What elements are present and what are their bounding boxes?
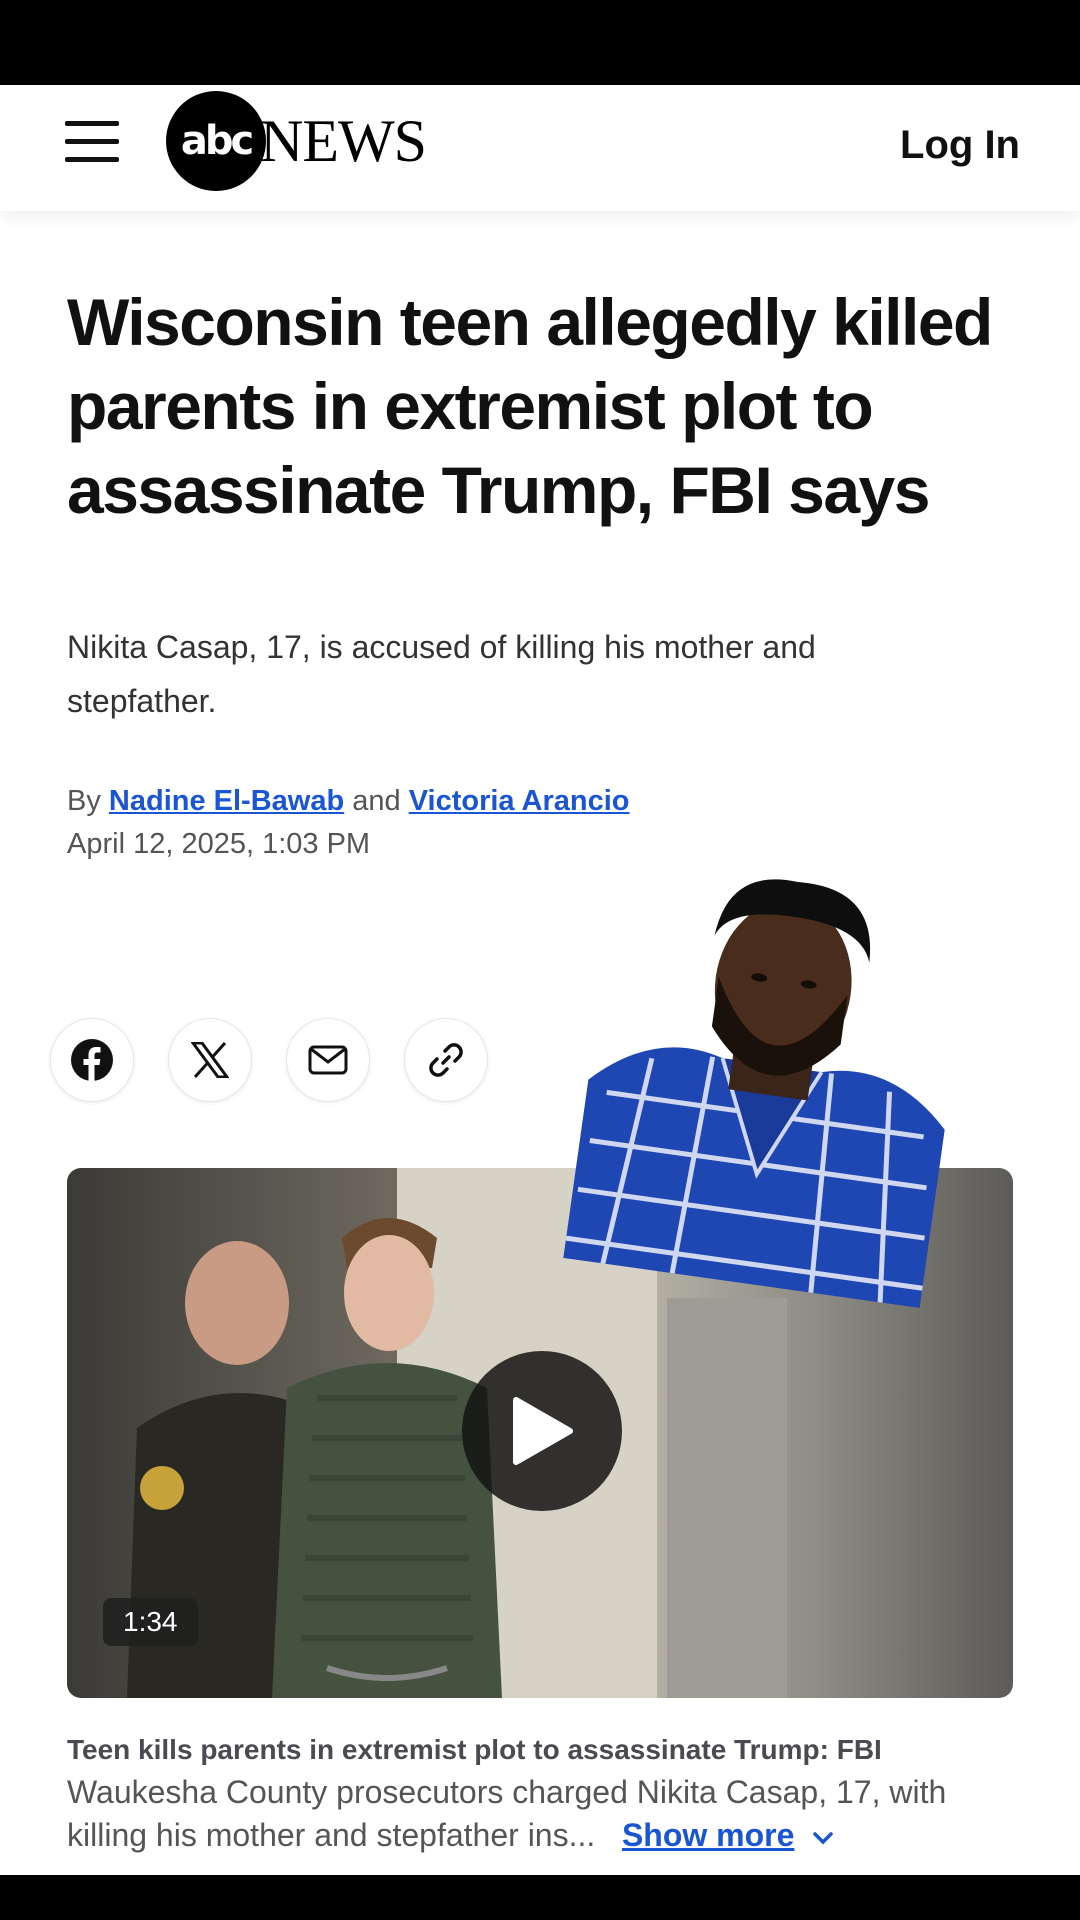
share-x-button[interactable] bbox=[168, 1018, 252, 1102]
author-link-2[interactable]: Victoria Arancio bbox=[409, 785, 630, 817]
status-bar bbox=[0, 0, 1080, 85]
creator-overlay-image bbox=[563, 852, 977, 1309]
share-link-button[interactable] bbox=[404, 1018, 488, 1102]
show-more-link[interactable]: Show more bbox=[622, 1817, 794, 1853]
play-icon bbox=[513, 1397, 573, 1465]
video-caption-title: Teen kills parents in extremist plot to … bbox=[67, 1734, 882, 1765]
logo-badge: abc bbox=[166, 91, 266, 191]
email-icon bbox=[308, 1045, 348, 1075]
video-duration-badge: 1:34 bbox=[103, 1598, 198, 1646]
person-in-robe-image bbox=[563, 879, 945, 1309]
play-button[interactable] bbox=[462, 1351, 622, 1511]
byline-prefix: By bbox=[67, 785, 101, 817]
byline-joiner: and bbox=[352, 785, 401, 817]
video-caption: Teen kills parents in extremist plot to … bbox=[67, 1727, 1017, 1857]
article-page: abc NEWS Log In Wisconsin teen allegedly… bbox=[0, 85, 1080, 1875]
headline: Wisconsin teen allegedly killed parents … bbox=[67, 285, 993, 527]
share-email-button[interactable] bbox=[286, 1018, 370, 1102]
menu-icon[interactable] bbox=[65, 121, 119, 163]
facebook-icon bbox=[71, 1039, 113, 1082]
navigation-bar bbox=[0, 1875, 1080, 1920]
publish-date: April 12, 2025, 1:03 PM bbox=[67, 828, 371, 860]
chevron-down-icon[interactable] bbox=[811, 1830, 835, 1846]
logo-wordmark: NEWS bbox=[260, 107, 427, 174]
author-link-1[interactable]: Nadine El-Bawab bbox=[109, 785, 344, 817]
login-button[interactable]: Log In bbox=[900, 123, 1020, 168]
abc-news-logo[interactable]: abc NEWS bbox=[166, 91, 427, 191]
x-icon bbox=[191, 1042, 229, 1078]
article-dek: Nikita Casap, 17, is accused of killing … bbox=[67, 629, 816, 719]
video-background-pillar bbox=[667, 1298, 787, 1698]
link-icon bbox=[429, 1043, 463, 1077]
site-header: abc NEWS Log In bbox=[0, 85, 1080, 211]
share-facebook-button[interactable] bbox=[50, 1018, 134, 1102]
byline: By Nadine El-Bawab and Victoria Arancio bbox=[67, 785, 630, 818]
